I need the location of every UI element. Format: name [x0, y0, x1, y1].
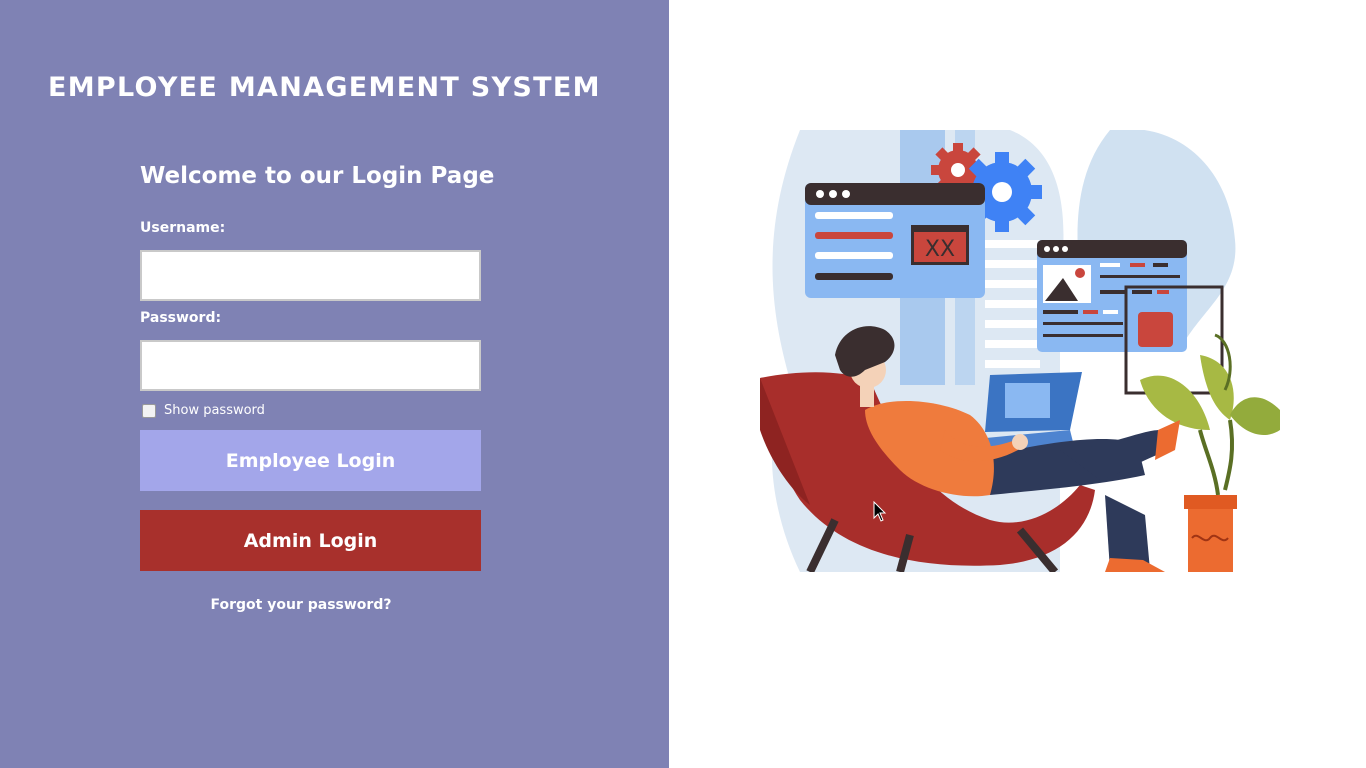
login-panel: EMPLOYEE MANAGEMENT SYSTEM Welcome to ou… — [0, 0, 669, 768]
show-password-label: Show password — [164, 403, 265, 418]
employee-login-button[interactable]: Employee Login — [140, 430, 481, 491]
admin-login-button[interactable]: Admin Login — [140, 510, 481, 571]
show-password-toggle[interactable]: Show password — [142, 403, 265, 418]
username-label: Username: — [140, 220, 226, 236]
username-input[interactable] — [140, 250, 481, 301]
forgot-password-link[interactable]: Forgot your password? — [140, 597, 462, 613]
svg-text:XX: XX — [925, 237, 955, 262]
show-password-checkbox[interactable] — [142, 403, 156, 418]
password-input[interactable] — [140, 340, 481, 391]
hero-illustration: XX — [760, 130, 1280, 572]
browser-window-left: XX — [805, 183, 985, 298]
mouse-cursor-icon — [873, 501, 887, 522]
password-label: Password: — [140, 310, 222, 326]
welcome-heading: Welcome to our Login Page — [140, 163, 495, 189]
app-title: EMPLOYEE MANAGEMENT SYSTEM — [48, 72, 601, 103]
